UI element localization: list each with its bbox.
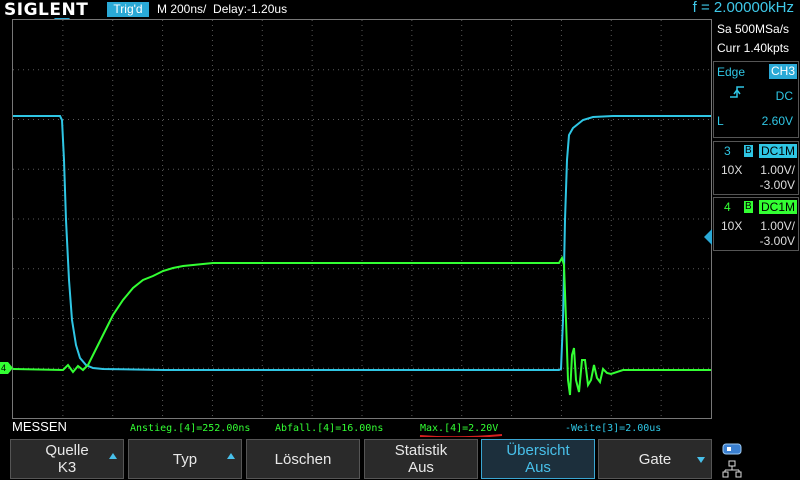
softkey-gate[interactable]: Gate [598,439,712,479]
softkey-statistics-value: Aus [408,459,434,476]
softkey-gate-label: Gate [638,450,672,468]
softkey-source-value: K3 [57,459,77,476]
softkey-overview[interactable]: Übersicht Aus [481,439,595,479]
ch3-coupling: DC1M [759,144,798,158]
top-status-bar: SIGLENT Trig'd M 200ns/ Delay:-1.20us f … [0,0,800,20]
waveform-display[interactable] [12,19,712,419]
softkey-clear[interactable]: Löschen [246,439,360,479]
ch3-number: 3 [724,144,731,158]
brand-logo: SIGLENT [4,0,89,20]
measurement-menu-label: MESSEN [12,419,67,434]
network-icon[interactable] [722,460,742,478]
timebase-value: M 200ns/ [157,2,207,16]
ch4-bandwidth-limit-badge: B [744,201,753,213]
ch4-coupling: DC1M [759,200,798,214]
chevron-down-icon [697,457,705,463]
softkey-clear-label: Löschen [274,450,332,468]
rising-edge-icon [730,86,744,98]
trigger-settings-box[interactable]: Edge CH3 DC L 2.60V [713,61,799,138]
ch3-scale: 1.00V/ [760,163,795,177]
trigger-source: CH3 [768,64,797,79]
trigger-type: Edge [717,65,746,79]
ch4-waveform [13,255,711,396]
softkey-statistics-label: Statistik [394,442,448,459]
chevron-up-icon [227,453,235,459]
softkey-source[interactable]: Quelle K3 [10,439,124,479]
ch4-scale: 1.00V/ [760,219,795,233]
waveform-grid [13,20,711,418]
trigger-level: 2.60V [761,114,793,128]
ch4-ground-marker-label: 4 [1,363,7,373]
sample-rate: Sa 500MSa/s [717,22,790,36]
ch3-offset: -3.00V [759,178,795,192]
measurement-fall-time: Abfall.[4]=16.00ns [275,423,384,434]
delay-value: Delay:-1.20us [213,2,288,16]
timebase-readout[interactable]: M 200ns/ Delay:-1.20us [157,2,287,16]
ch4-settings-box[interactable]: 4 B DC1M 10X 1.00V/ -3.00V [713,197,799,251]
ch4-number: 4 [724,200,731,214]
frequency-counter: f = 2.00000kHz [692,0,794,16]
ch4-probe: 10X [721,219,743,233]
ch3-bandwidth-limit-badge: B [744,145,753,157]
measurement-bar [0,419,800,437]
chevron-up-icon [109,453,117,459]
measurement-neg-width: -Weite[3]=2.00us [565,423,662,434]
trigger-coupling: DC [775,89,793,103]
softkey-statistics[interactable]: Statistik Aus [364,439,478,479]
ch4-offset: -3.00V [759,234,795,248]
softkey-type[interactable]: Typ [128,439,242,479]
ch3-waveform [13,115,711,371]
usb-device-icon[interactable] [722,442,744,456]
measurement-rise-time: Anstieg.[4]=252.00ns [130,423,251,434]
softkey-source-label: Quelle [45,442,89,459]
softkey-overview-label: Übersicht [506,442,570,459]
softkey-type-label: Typ [172,450,198,468]
trigger-status-badge: Trig'd [107,2,149,17]
memory-depth: Curr 1.40kpts [717,41,790,55]
ch3-probe: 10X [721,163,743,177]
ch3-settings-box[interactable]: 3 B DC1M 10X 1.00V/ -3.00V [713,141,799,195]
trigger-mode: L [717,114,724,128]
softkey-overview-value: Aus [525,459,551,476]
